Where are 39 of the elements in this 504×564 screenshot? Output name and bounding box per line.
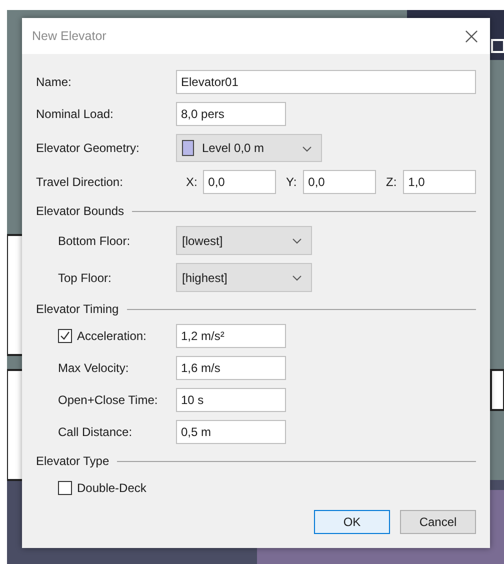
number-field[interactable]: 0,0 <box>303 170 376 194</box>
text-field[interactable]: 10 s <box>176 388 286 412</box>
checkbox[interactable] <box>58 481 72 495</box>
number-field[interactable]: 0,0 <box>203 170 276 194</box>
dialog-button[interactable]: OK <box>314 510 390 534</box>
dropdown[interactable]: [highest] <box>176 263 312 292</box>
field-label: Travel Direction: <box>36 175 124 189</box>
caret-icon <box>292 275 302 281</box>
axis-label: Z: <box>386 175 398 189</box>
text-field[interactable]: 8,0 pers <box>176 102 286 126</box>
field-label: Acceleration: <box>77 329 146 343</box>
field-label: Open+Close Time: <box>58 393 158 407</box>
caret-icon <box>292 238 302 244</box>
color-swatch-icon <box>182 140 194 156</box>
text-field[interactable]: 0,5 m <box>176 420 286 444</box>
field-label: Name: <box>36 75 72 89</box>
field-label: Elevator Geometry: <box>36 141 140 155</box>
section-title: Elevator Bounds <box>36 204 124 218</box>
field-label: Call Distance: <box>58 425 132 439</box>
section-title: Elevator Type <box>36 454 110 468</box>
dropdown[interactable]: Level 0,0 m <box>176 134 322 162</box>
checkbox-label: Double-Deck <box>77 481 146 495</box>
field-label: Top Floor: <box>58 270 112 284</box>
text-field[interactable]: Elevator01 <box>176 70 476 94</box>
dropdown[interactable]: [lowest] <box>176 226 312 255</box>
text-field[interactable]: 1,6 m/s <box>176 356 286 380</box>
section-title: Elevator Timing <box>36 302 119 316</box>
dialog-button[interactable]: Cancel <box>400 510 476 534</box>
text-field[interactable]: 1,2 m/s² <box>176 324 286 348</box>
close-icon[interactable] <box>465 30 478 42</box>
window-title: New Elevator <box>32 29 106 43</box>
field-label: Bottom Floor: <box>58 234 130 248</box>
field-label: Max Velocity: <box>58 361 129 375</box>
number-field[interactable]: 1,0 <box>403 170 476 194</box>
axis-label: Y: <box>286 175 298 189</box>
field-label: Nominal Load: <box>36 107 114 121</box>
checkbox[interactable] <box>58 329 72 343</box>
axis-label: X: <box>186 175 198 189</box>
caret-icon <box>302 146 312 152</box>
